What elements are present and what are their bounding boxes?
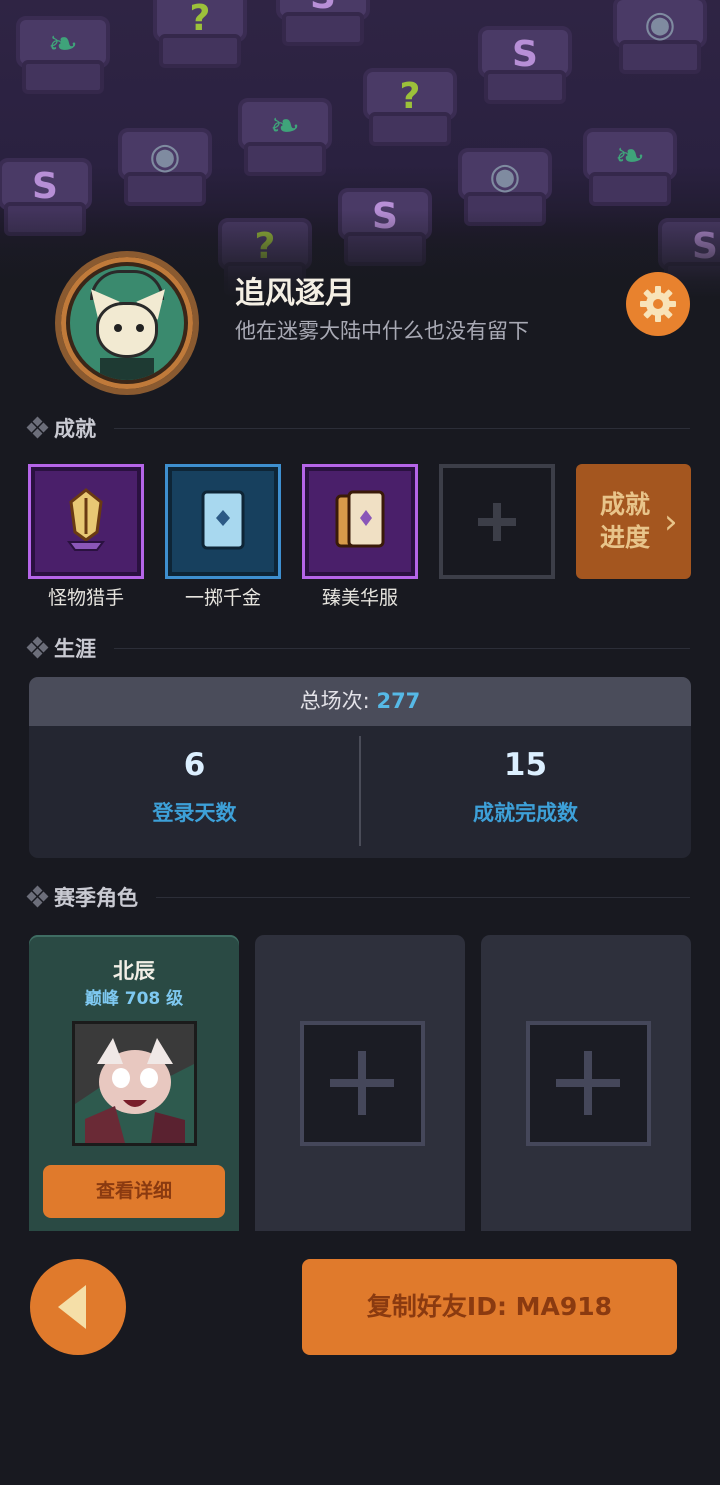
empty-role-card[interactable] [255, 935, 465, 1231]
stat-label: 登录天数 [152, 801, 237, 825]
diamond-icon [26, 636, 49, 659]
chest-pattern: ❧ [230, 90, 340, 180]
cards-icon [335, 490, 385, 548]
back-arrow-icon [58, 1285, 86, 1329]
chest-pattern: S [470, 18, 580, 108]
add-role-slot[interactable] [526, 1021, 651, 1146]
section-header-career: 生涯 [26, 633, 690, 663]
back-button[interactable] [30, 1259, 126, 1355]
card-icon [201, 490, 245, 550]
stat-value: 15 [503, 747, 548, 783]
empty-role-card[interactable] [481, 935, 691, 1231]
chest-pattern: S [268, 0, 378, 50]
chevron-right-icon: › [664, 502, 678, 542]
total-matches-label: 总场次: [299, 689, 377, 713]
section-header-season-roles: 赛季角色 [26, 882, 690, 912]
section-title: 生涯 [54, 637, 96, 661]
career-panel: 总场次: 277 6 登录天数 15 成就完成数 [29, 677, 691, 858]
achievement-badge-big-spender[interactable] [165, 464, 281, 579]
copy-friend-id-button[interactable]: 复制好友ID: MA918 [302, 1259, 677, 1355]
stat-achievements-completed: 15 成就完成数 [360, 747, 691, 827]
add-achievement-slot[interactable] [439, 464, 555, 579]
achievement-progress-button[interactable]: 成就 进度 › [576, 464, 691, 579]
achievement-label: 怪物猎手 [47, 587, 124, 609]
character-portrait-icon [75, 1024, 194, 1143]
chest-pattern: ❧ [8, 8, 118, 98]
chest-pattern: ◉ [110, 120, 220, 210]
stat-value: 6 [183, 747, 206, 783]
stat-label: 成就完成数 [473, 801, 578, 825]
stat-login-days: 6 登录天数 [29, 747, 360, 827]
section-header-achievements: 成就 [26, 413, 690, 443]
chest-pattern: ❧ [575, 120, 685, 210]
view-details-button[interactable]: 查看详细 [43, 1165, 225, 1218]
achievement-label: 一掷千金 [184, 587, 261, 609]
gear-icon [640, 286, 676, 322]
settings-button[interactable] [626, 272, 690, 336]
section-title: 成就 [54, 417, 96, 441]
diamond-icon [26, 885, 49, 908]
add-role-slot[interactable] [300, 1021, 425, 1146]
season-role-card[interactable]: 北辰 巅峰 708 级 查看详细 [29, 935, 239, 1231]
chest-pattern: ? [355, 60, 465, 150]
player-signature: 他在迷雾大陆中什么也没有留下 [235, 319, 529, 343]
total-matches: 总场次: 277 [29, 677, 691, 726]
achievement-badge-monster-hunter[interactable] [28, 464, 144, 579]
diamond-icon [26, 416, 49, 439]
section-title: 赛季角色 [54, 886, 138, 910]
player-nickname: 追风逐月 [235, 276, 355, 311]
role-name: 北辰 [113, 959, 155, 983]
avatar[interactable] [55, 251, 199, 395]
achievement-badge-fine-clothes[interactable] [302, 464, 418, 579]
chest-pattern: ? [145, 0, 255, 72]
progress-label: 成就 [600, 490, 651, 519]
achievement-label: 臻美华服 [321, 587, 398, 609]
role-level: 巅峰 708 级 [84, 989, 184, 1009]
sword-shield-icon [67, 488, 105, 551]
total-matches-value: 277 [376, 689, 421, 713]
cat-avatar-icon [70, 266, 184, 380]
role-portrait [72, 1021, 197, 1146]
chest-pattern: ◉ [605, 0, 715, 78]
progress-label: 进度 [600, 523, 651, 552]
